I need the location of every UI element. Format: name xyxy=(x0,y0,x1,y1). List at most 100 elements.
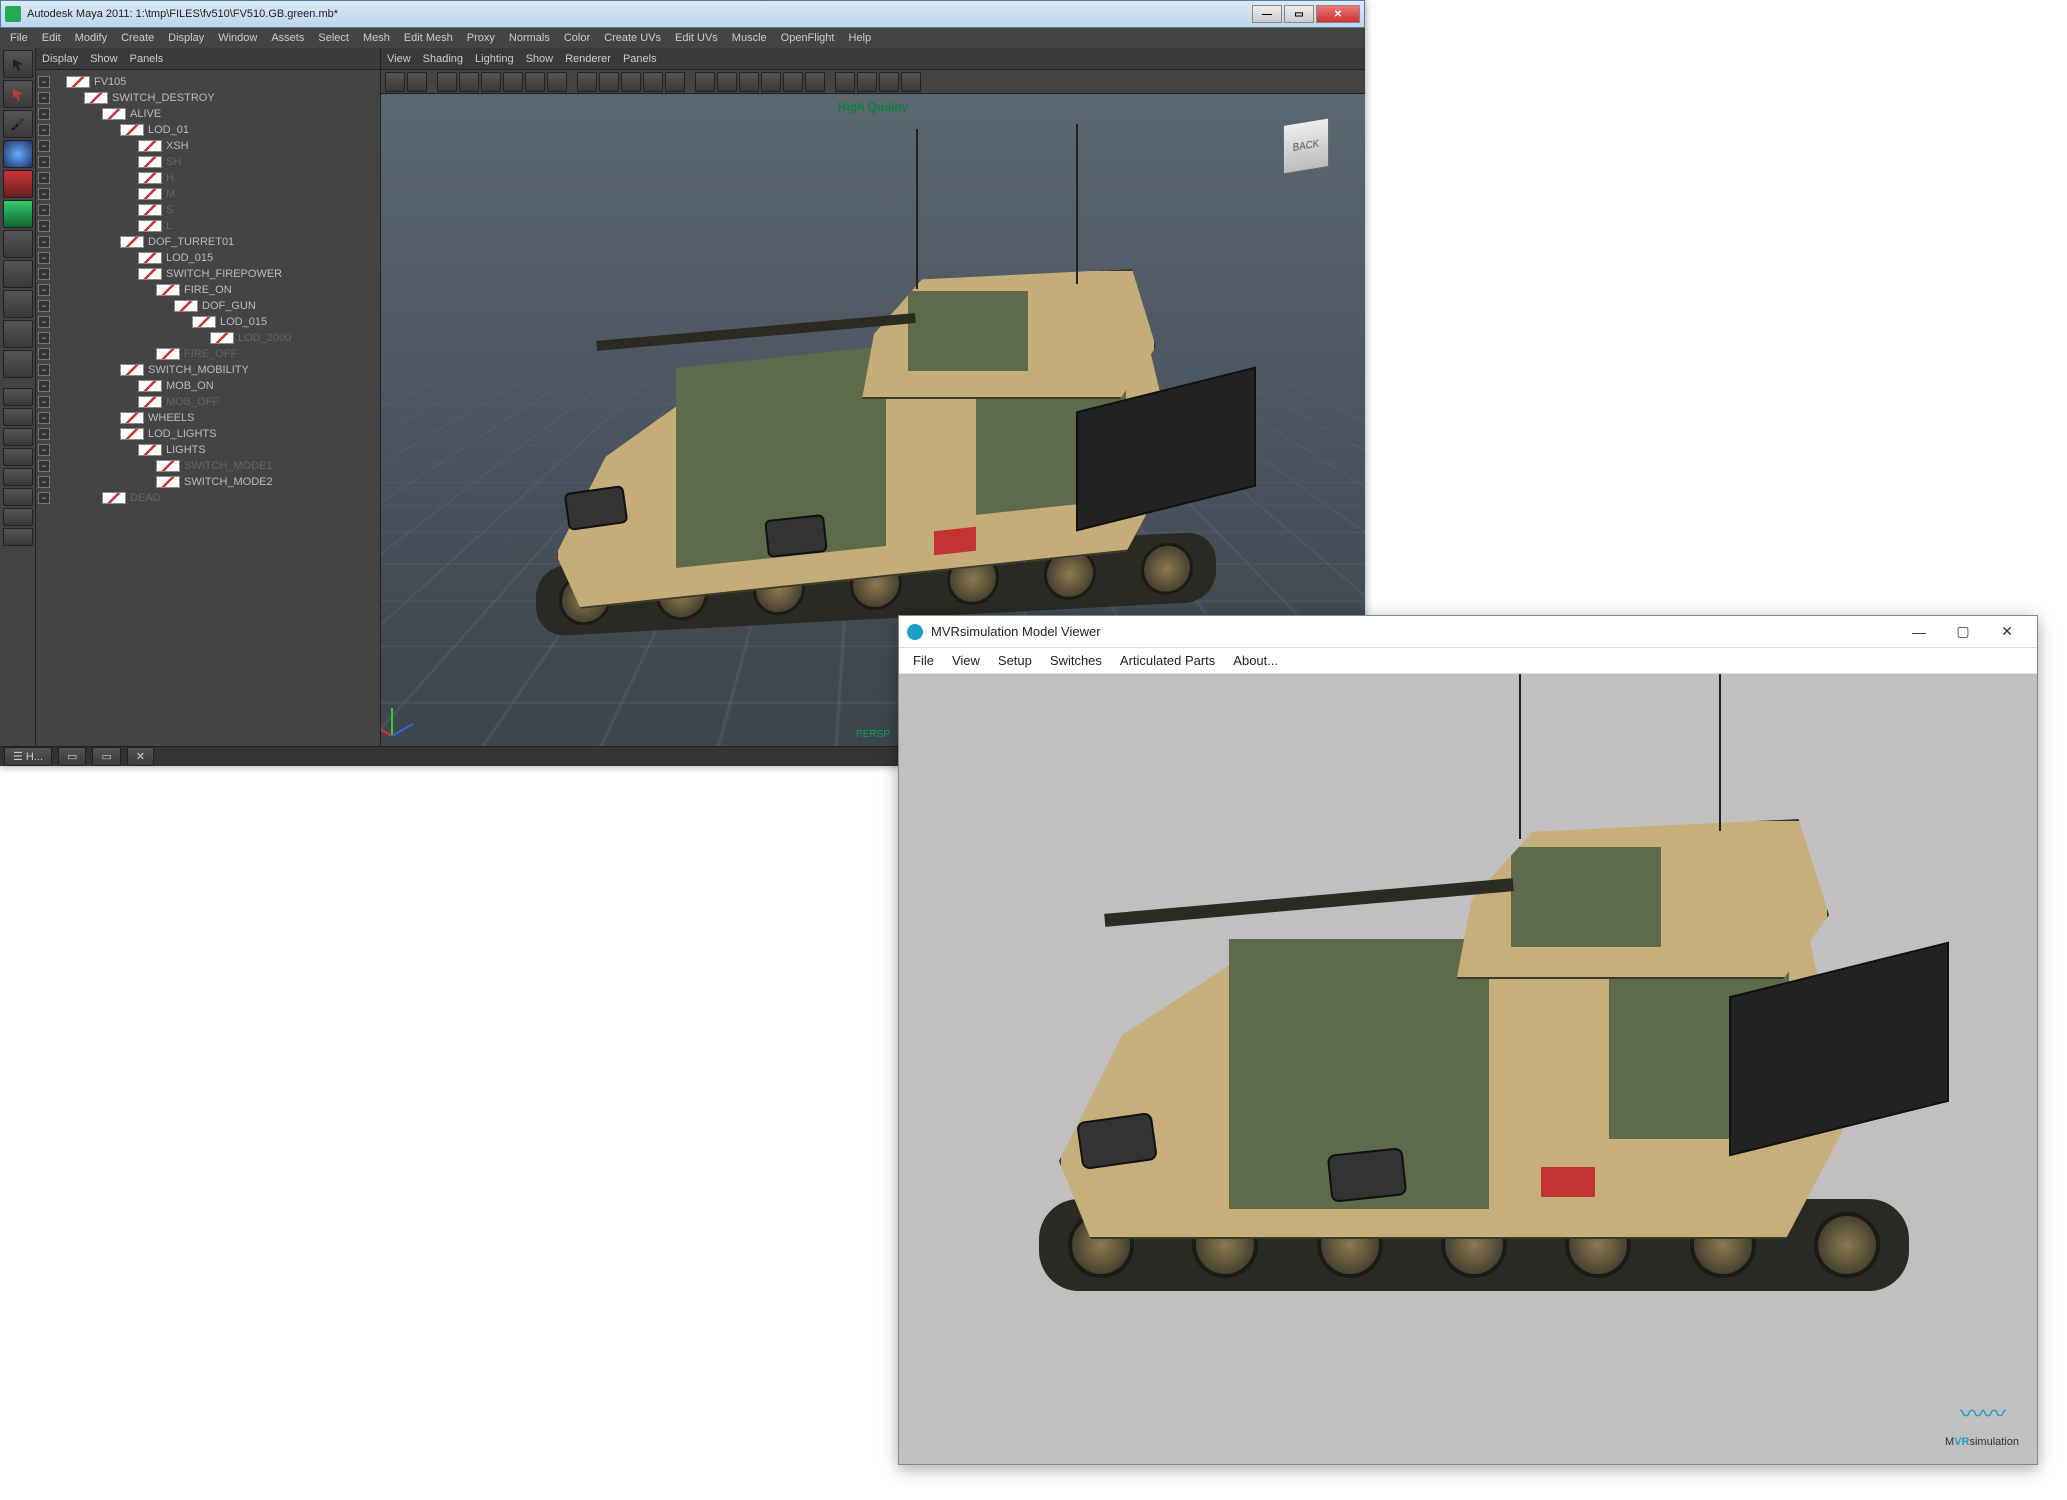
lasso-tool-icon[interactable] xyxy=(3,80,33,108)
outliner-node[interactable]: −SWITCH_DESTROY xyxy=(38,90,378,106)
mv-menu-articulated[interactable]: Articulated Parts xyxy=(1112,650,1223,671)
mv-menu-about[interactable]: About... xyxy=(1225,650,1286,671)
close-button[interactable]: ✕ xyxy=(1985,618,2029,646)
outliner-node[interactable]: −M xyxy=(38,186,378,202)
expand-icon[interactable]: − xyxy=(38,492,50,504)
vp-menu-show[interactable]: Show xyxy=(526,53,554,65)
vp-tool-icon[interactable] xyxy=(481,72,501,92)
menu-file[interactable]: File xyxy=(4,30,34,46)
vp-tool-icon[interactable] xyxy=(879,72,899,92)
tab-panels[interactable]: Panels xyxy=(130,53,164,65)
outliner-node[interactable]: −ALIVE xyxy=(38,106,378,122)
vp-tool-icon[interactable] xyxy=(643,72,663,92)
outliner-node[interactable]: −XSH xyxy=(38,138,378,154)
menu-create[interactable]: Create xyxy=(115,30,160,46)
vp-tool-icon[interactable] xyxy=(621,72,641,92)
close-button[interactable]: ✕ xyxy=(1316,5,1360,23)
vp-tool-icon[interactable] xyxy=(547,72,567,92)
outliner-node[interactable]: −LOD_LIGHTS xyxy=(38,426,378,442)
layout-tool-icon[interactable] xyxy=(3,408,33,426)
outliner-node[interactable]: −LOD_015 xyxy=(38,314,378,330)
expand-icon[interactable]: − xyxy=(38,188,50,200)
vp-tool-icon[interactable] xyxy=(695,72,715,92)
expand-icon[interactable]: − xyxy=(38,92,50,104)
menu-edituvs[interactable]: Edit UVs xyxy=(669,30,724,46)
vp-tool-icon[interactable] xyxy=(385,72,405,92)
outliner-node[interactable]: −S xyxy=(38,202,378,218)
outliner-node[interactable]: −DEAD xyxy=(38,490,378,506)
cone-tool-icon[interactable] xyxy=(3,170,33,198)
status-icon[interactable]: ▭ xyxy=(92,747,120,766)
outliner-node[interactable]: −H xyxy=(38,170,378,186)
expand-icon[interactable]: − xyxy=(38,476,50,488)
viewcube[interactable]: BACK xyxy=(1275,114,1337,176)
expand-icon[interactable]: − xyxy=(38,76,50,88)
layout-tool-icon[interactable] xyxy=(3,468,33,486)
status-button[interactable]: ☰ H... xyxy=(4,747,52,766)
outliner-tree[interactable]: −FV105−SWITCH_DESTROY−ALIVE−LOD_01−XSH−S… xyxy=(36,70,380,746)
outliner-node[interactable]: −SWITCH_MOBILITY xyxy=(38,362,378,378)
expand-icon[interactable]: − xyxy=(38,140,50,152)
outliner-node[interactable]: −FIRE_OFF xyxy=(38,346,378,362)
mv-menu-view[interactable]: View xyxy=(944,650,988,671)
expand-icon[interactable]: − xyxy=(38,380,50,392)
vp-tool-icon[interactable] xyxy=(503,72,523,92)
vp-tool-icon[interactable] xyxy=(665,72,685,92)
outliner-node[interactable]: −MOB_OFF xyxy=(38,394,378,410)
vp-tool-icon[interactable] xyxy=(805,72,825,92)
menu-color[interactable]: Color xyxy=(558,30,596,46)
menu-edit[interactable]: Edit xyxy=(36,30,67,46)
tool-icon[interactable] xyxy=(3,230,33,258)
expand-icon[interactable]: − xyxy=(38,268,50,280)
outliner-node[interactable]: −LOD_2000 xyxy=(38,330,378,346)
menu-help[interactable]: Help xyxy=(842,30,877,46)
expand-icon[interactable]: − xyxy=(38,172,50,184)
expand-icon[interactable]: − xyxy=(38,428,50,440)
expand-icon[interactable]: − xyxy=(38,460,50,472)
model-tank[interactable] xyxy=(929,719,1979,1379)
vp-menu-panels[interactable]: Panels xyxy=(623,53,657,65)
vp-tool-icon[interactable] xyxy=(901,72,921,92)
cube-tool-icon[interactable] xyxy=(3,200,33,228)
outliner-node[interactable]: −FIRE_ON xyxy=(38,282,378,298)
status-icon[interactable]: ✕ xyxy=(127,747,154,766)
menu-editmesh[interactable]: Edit Mesh xyxy=(398,30,459,46)
vp-tool-icon[interactable] xyxy=(577,72,597,92)
layout-tool-icon[interactable] xyxy=(3,508,33,526)
menu-normals[interactable]: Normals xyxy=(503,30,556,46)
maya-titlebar[interactable]: Autodesk Maya 2011: 1:\tmp\FILES\fv510\F… xyxy=(0,0,1365,28)
vp-menu-shading[interactable]: Shading xyxy=(423,53,463,65)
layout-tool-icon[interactable] xyxy=(3,428,33,446)
mv-menu-switches[interactable]: Switches xyxy=(1042,650,1110,671)
menu-select[interactable]: Select xyxy=(312,30,355,46)
tool-icon[interactable] xyxy=(3,260,33,288)
tab-display[interactable]: Display xyxy=(42,53,78,65)
outliner-node[interactable]: −LOD_01 xyxy=(38,122,378,138)
vp-tool-icon[interactable] xyxy=(407,72,427,92)
expand-icon[interactable]: − xyxy=(38,332,50,344)
mv-viewport[interactable]: 〰〰 MVRsimulation xyxy=(899,674,2037,1464)
expand-icon[interactable]: − xyxy=(38,316,50,328)
expand-icon[interactable]: − xyxy=(38,300,50,312)
outliner-node[interactable]: −DOF_TURRET01 xyxy=(38,234,378,250)
menu-modify[interactable]: Modify xyxy=(69,30,113,46)
vp-tool-icon[interactable] xyxy=(783,72,803,92)
maximize-button[interactable]: ▭ xyxy=(1284,5,1314,23)
expand-icon[interactable]: − xyxy=(38,236,50,248)
paint-tool-icon[interactable]: 🖌 xyxy=(3,110,33,138)
layout-tool-icon[interactable] xyxy=(3,388,33,406)
outliner-node[interactable]: −SH xyxy=(38,154,378,170)
outliner-node[interactable]: −FV105 xyxy=(38,74,378,90)
expand-icon[interactable]: − xyxy=(38,108,50,120)
mv-menu-setup[interactable]: Setup xyxy=(990,650,1040,671)
maximize-button[interactable]: ▢ xyxy=(1941,618,1985,646)
outliner-node[interactable]: −SWITCH_FIREPOWER xyxy=(38,266,378,282)
expand-icon[interactable]: − xyxy=(38,284,50,296)
expand-icon[interactable]: − xyxy=(38,156,50,168)
expand-icon[interactable]: − xyxy=(38,252,50,264)
tab-show[interactable]: Show xyxy=(90,53,118,65)
menu-muscle[interactable]: Muscle xyxy=(726,30,773,46)
menu-display[interactable]: Display xyxy=(162,30,210,46)
menu-createuvs[interactable]: Create UVs xyxy=(598,30,667,46)
outliner-node[interactable]: −SWITCH_MODE2 xyxy=(38,474,378,490)
